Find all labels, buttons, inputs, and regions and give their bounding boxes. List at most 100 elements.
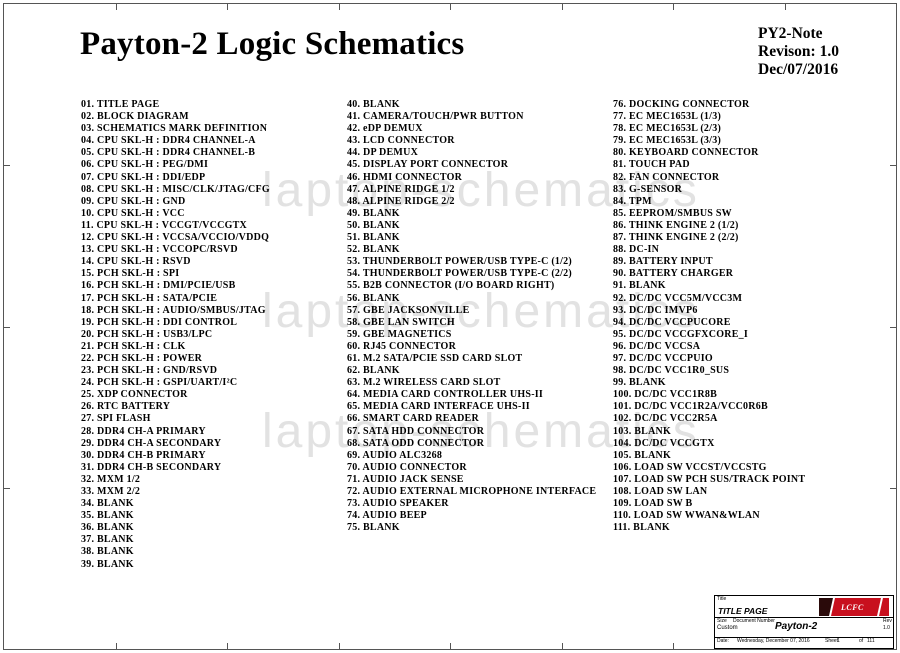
date-value: Wednesday, December 07, 2016: [737, 638, 810, 644]
toc-entry: 63. M.2 WIRELESS CARD SLOT: [347, 377, 501, 389]
toc-entry: 41. CAMERA/TOUCH/PWR BUTTON: [347, 111, 524, 123]
toc-entry: 59. GBE MAGNETICS: [347, 328, 452, 340]
toc-entry: 69. AUDIO ALC3268: [347, 449, 443, 461]
toc-entry: 87. THINK ENGINE 2 (2/2): [613, 232, 739, 244]
toc-entry: 12. CPU SKL-H : VCCSA/VCCIO/VDDQ: [81, 232, 270, 244]
toc-entry: 106. LOAD SW VCCST/VCCSTG: [613, 461, 767, 473]
toc-entry: 15. PCH SKL-H : SPI: [81, 268, 180, 280]
size-value: Custom: [717, 625, 738, 631]
frame-tick: [338, 643, 340, 649]
toc-entry: 16. PCH SKL-H : DMI/PCIE/USB: [81, 280, 236, 292]
toc-entry: 110. LOAD SW WWAN&WLAN: [613, 510, 760, 522]
toc-entry: 36. BLANK: [81, 522, 134, 534]
toc-entry: 111. BLANK: [613, 522, 670, 534]
toc-entry: 38. BLANK: [81, 546, 134, 558]
toc-entry: 82. FAN CONNECTOR: [613, 171, 720, 183]
toc-column-1: 01. TITLE PAGE 02. BLOCK DIAGRAM 03. SCHEM…: [81, 99, 270, 571]
toc-entry: 64. MEDIA CARD CONTROLLER UHS-II: [347, 389, 544, 401]
toc-entry: 33. MXM 2/2: [81, 486, 141, 497]
frame-ticks-left: [4, 4, 10, 649]
frame-tick: [4, 165, 10, 167]
toc-entry: 86. THINK ENGINE 2 (1/2): [613, 219, 739, 231]
toc-entry: 62. BLANK: [347, 365, 400, 377]
toc-entry: 06. CPU SKL-H : PEG/DMI: [81, 159, 209, 171]
lcfc-logo: LCFC: [819, 598, 889, 616]
toc-entry: 24. PCH SKL-H : GSPI/UART/I²C: [81, 377, 238, 389]
toc-entry: 75. BLANK: [347, 522, 400, 534]
toc-entry: 30. DDR4 CH-B PRIMARY: [81, 449, 206, 461]
toc-entry: 65. MEDIA CARD INTERFACE UHS-II: [347, 401, 530, 413]
rev-value: 1.0: [883, 625, 890, 631]
revision-label: Revison: 1.0: [758, 43, 839, 60]
toc-entry: 45. DISPLAY PORT CONNECTOR: [347, 159, 509, 171]
document-number-label: Document Number: [733, 618, 775, 624]
frame-tick: [673, 4, 674, 10]
frame-tick: [561, 643, 563, 649]
toc-entry: 53. THUNDERBOLT POWER/USB TYPE-C (1/2): [347, 256, 573, 268]
toc-entry: 50. BLANK: [347, 219, 400, 231]
document-meta: PY2-Note Revison: 1.0 Dec/07/2016: [758, 25, 839, 79]
toc-entry: 60. RJ45 CONNECTOR: [347, 340, 457, 352]
frame-tick: [450, 643, 451, 649]
toc-entry: 96. DC/DC VCCSA: [613, 340, 701, 352]
toc-entry: 109. LOAD SW B: [613, 498, 693, 510]
toc-entry: 13. CPU SKL-H : VCCOPC/RSVD: [81, 244, 238, 256]
frame-tick: [4, 487, 10, 489]
toc-entry: 09. CPU SKL-H : GND: [81, 195, 186, 207]
title-block: Title TITLE PAGE LCFC Size Document Numb…: [714, 595, 894, 649]
toc-entry: 05. CPU SKL-H : DDR4 CHANNEL-B: [81, 147, 256, 159]
page-title: Payton-2 Logic Schematics: [80, 26, 465, 62]
toc-entry: 19. PCH SKL-H : DDI CONTROL: [81, 316, 238, 328]
frame-tick: [673, 643, 674, 649]
toc-entry: 54. THUNDERBOLT POWER/USB TYPE-C (2/2): [347, 268, 573, 280]
toc-entry: 80. KEYBOARD CONNECTOR: [613, 147, 759, 159]
toc-entry: 93. DC/DC IMVP6: [613, 304, 698, 316]
toc-entry: 49. BLANK: [347, 207, 400, 219]
frame-tick: [450, 4, 451, 10]
toc-column-3: 76. DOCKING CONNECTOR 77. EC MEC1653L (1/…: [613, 99, 805, 534]
toc-entry: 01. TITLE PAGE: [81, 99, 160, 110]
toc-entry: 32. MXM 1/2: [81, 473, 141, 485]
toc-entry: 89. BATTERY INPUT: [613, 256, 713, 268]
toc-entry: 98. DC/DC VCC1R0_SUS: [613, 365, 730, 377]
toc-entry: 23. PCH SKL-H : GND/RSVD: [81, 365, 218, 377]
frame-tick: [561, 4, 563, 10]
toc-entry: 79. EC MEC1653L (3/3): [613, 135, 722, 147]
toc-entry: 78. EC MEC1653L (2/3): [613, 123, 722, 135]
of-label: of: [859, 638, 864, 644]
toc-entry: 39. BLANK: [81, 558, 134, 570]
toc-entry: 85. EEPROM/SMBUS SW: [613, 207, 732, 219]
toc-entry: 14. CPU SKL-H : RSVD: [81, 256, 191, 268]
frame-ticks-top: [4, 4, 896, 10]
toc-entry: 55. B2B CONNECTOR (I/O BOARD RIGHT): [347, 280, 555, 292]
toc-entry: 43. LCD CONNECTOR: [347, 135, 455, 147]
frame-tick: [227, 643, 228, 649]
toc-entry: 94. DC/DC VCCPUCORE: [613, 316, 731, 328]
toc-column-2: 40. BLANK 41. CAMERA/TOUCH/PWR BUTTON 42. …: [347, 99, 596, 534]
toc-entry: 18. PCH SKL-H : AUDIO/SMBUS/JTAG: [81, 304, 266, 316]
toc-entry: 48. ALPINE RIDGE 2/2: [347, 195, 455, 207]
rev-label: Rev: [883, 618, 892, 624]
toc-entry: 26. RTC BATTERY: [81, 401, 171, 413]
toc-entry: 95. DC/DC VCCGFXCORE_I: [613, 328, 749, 340]
toc-entry: 91. BLANK: [613, 280, 666, 292]
sheet-value: 1: [837, 638, 840, 644]
frame-tick: [4, 326, 10, 328]
toc-entry: 10. CPU SKL-H : VCC: [81, 207, 185, 219]
toc-entry: 37. BLANK: [81, 534, 134, 546]
toc-entry: 77. EC MEC1653L (1/3): [613, 111, 722, 123]
document-date: Dec/07/2016: [758, 61, 839, 78]
frame-tick: [890, 487, 896, 489]
sheet-title: TITLE PAGE: [718, 606, 768, 616]
frame-tick: [890, 326, 896, 328]
toc-entry: 04. CPU SKL-H : DDR4 CHANNEL-A: [81, 135, 256, 147]
toc-entry: 61. M.2 SATA/PCIE SSD CARD SLOT: [347, 352, 523, 364]
toc-entry: 102. DC/DC VCC2R5A: [613, 413, 718, 425]
frame-tick: [338, 4, 340, 10]
toc-entry: 47. ALPINE RIDGE 1/2: [347, 183, 455, 195]
toc-entry: 58. GBE LAN SWITCH: [347, 316, 455, 328]
toc-entry: 42. eDP DEMUX: [347, 123, 423, 135]
toc-entry: 97. DC/DC VCCPUIO: [613, 352, 713, 364]
logo-text: LCFC: [841, 603, 864, 612]
toc-entry: 34. BLANK: [81, 498, 134, 510]
